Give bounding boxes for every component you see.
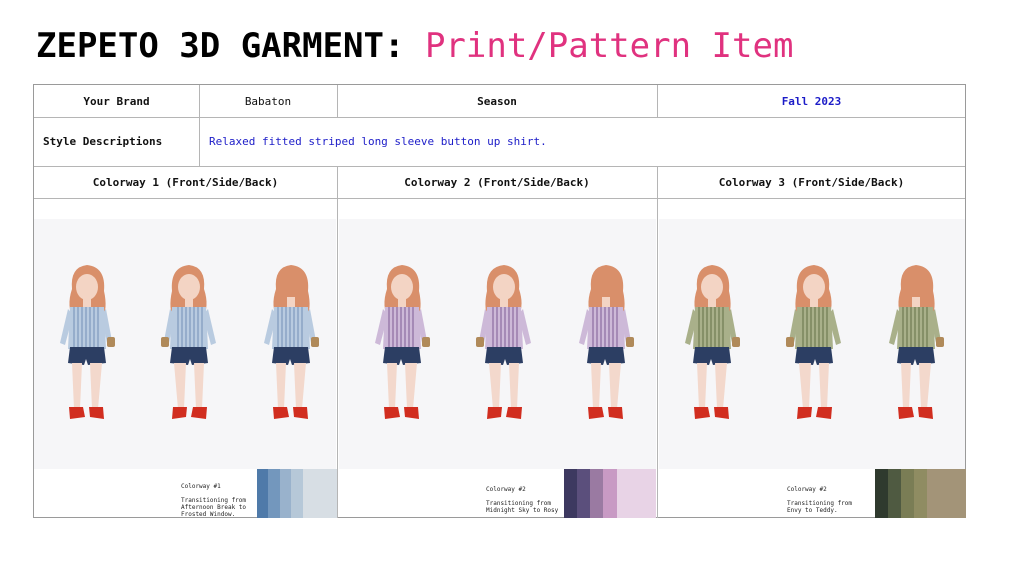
- season-value: Fall 2023: [781, 94, 842, 108]
- color-swatch: [927, 469, 966, 518]
- avatar-side-view: [469, 259, 539, 434]
- colorway-3-header: Colorway 3 (Front/Side/Back): [718, 175, 905, 189]
- colorway-2-render: [339, 219, 656, 469]
- avatar-front-view: [52, 259, 122, 434]
- color-swatch: [875, 469, 888, 518]
- page-title: ZEPETO 3D GARMENT: Print/Pattern Item: [36, 26, 793, 66]
- title-prefix: ZEPETO 3D GARMENT:: [36, 26, 405, 66]
- avatar-side-view: [154, 259, 224, 434]
- color-swatch: [888, 469, 901, 518]
- color-swatch: [268, 469, 280, 518]
- avatar-front-view: [367, 259, 437, 434]
- caption-text: Transitioning from Afternoon Break to Fr…: [181, 497, 247, 518]
- color-swatch: [279, 469, 292, 518]
- style-description: Relaxed fitted striped long sleeve butto…: [209, 135, 547, 148]
- brand-value: Babaton: [244, 94, 292, 108]
- col-divider: [337, 166, 338, 518]
- caption-text: Transitioning from Envy to Teddy.: [787, 500, 853, 514]
- colorway-3-render: [659, 219, 965, 469]
- style-label: Style Descriptions: [43, 135, 163, 148]
- colorway-1-render: [34, 219, 336, 469]
- colorway-1-swatches: [257, 469, 337, 518]
- title-suffix: Print/Pattern Item: [424, 26, 794, 66]
- colorway-1-header: Colorway 1 (Front/Side/Back): [92, 175, 279, 189]
- colorway-2-header: Colorway 2 (Front/Side/Back): [404, 175, 590, 189]
- color-swatch: [590, 469, 604, 518]
- color-swatch: [616, 469, 656, 518]
- avatar-side-view: [779, 259, 849, 434]
- colorway-1-caption: Colorway #1 Transitioning from Afternoon…: [181, 483, 261, 518]
- avatar-back-view: [256, 259, 326, 434]
- avatar-back-view: [881, 259, 951, 434]
- garment-spec-table: Your Brand Babaton Season Fall 2023 Styl…: [33, 84, 966, 518]
- colorway-3-swatches: [875, 469, 966, 518]
- color-swatch: [901, 469, 914, 518]
- color-swatch: [257, 469, 269, 518]
- colorway-2-swatches: [564, 469, 656, 518]
- caption-text: Transitioning from Midnight Sky to Rosy: [486, 500, 559, 514]
- avatar-back-view: [571, 259, 641, 434]
- col-divider: [657, 166, 658, 518]
- caption-title: Colorway #1: [181, 483, 221, 490]
- avatar-front-view: [677, 259, 747, 434]
- row-divider: [34, 198, 965, 199]
- color-swatch: [302, 469, 337, 518]
- caption-title: Colorway #2: [787, 486, 827, 493]
- colorway-3-caption: Colorway #2 Transitioning from Envy to T…: [787, 486, 871, 514]
- color-swatch: [564, 469, 578, 518]
- caption-title: Colorway #2: [486, 486, 526, 493]
- color-swatch: [577, 469, 591, 518]
- color-swatch: [914, 469, 927, 518]
- colorway-2-caption: Colorway #2 Transitioning from Midnight …: [486, 486, 568, 514]
- color-swatch: [291, 469, 303, 518]
- brand-label: Your Brand: [83, 94, 150, 108]
- color-swatch: [603, 469, 617, 518]
- season-label: Season: [477, 94, 517, 108]
